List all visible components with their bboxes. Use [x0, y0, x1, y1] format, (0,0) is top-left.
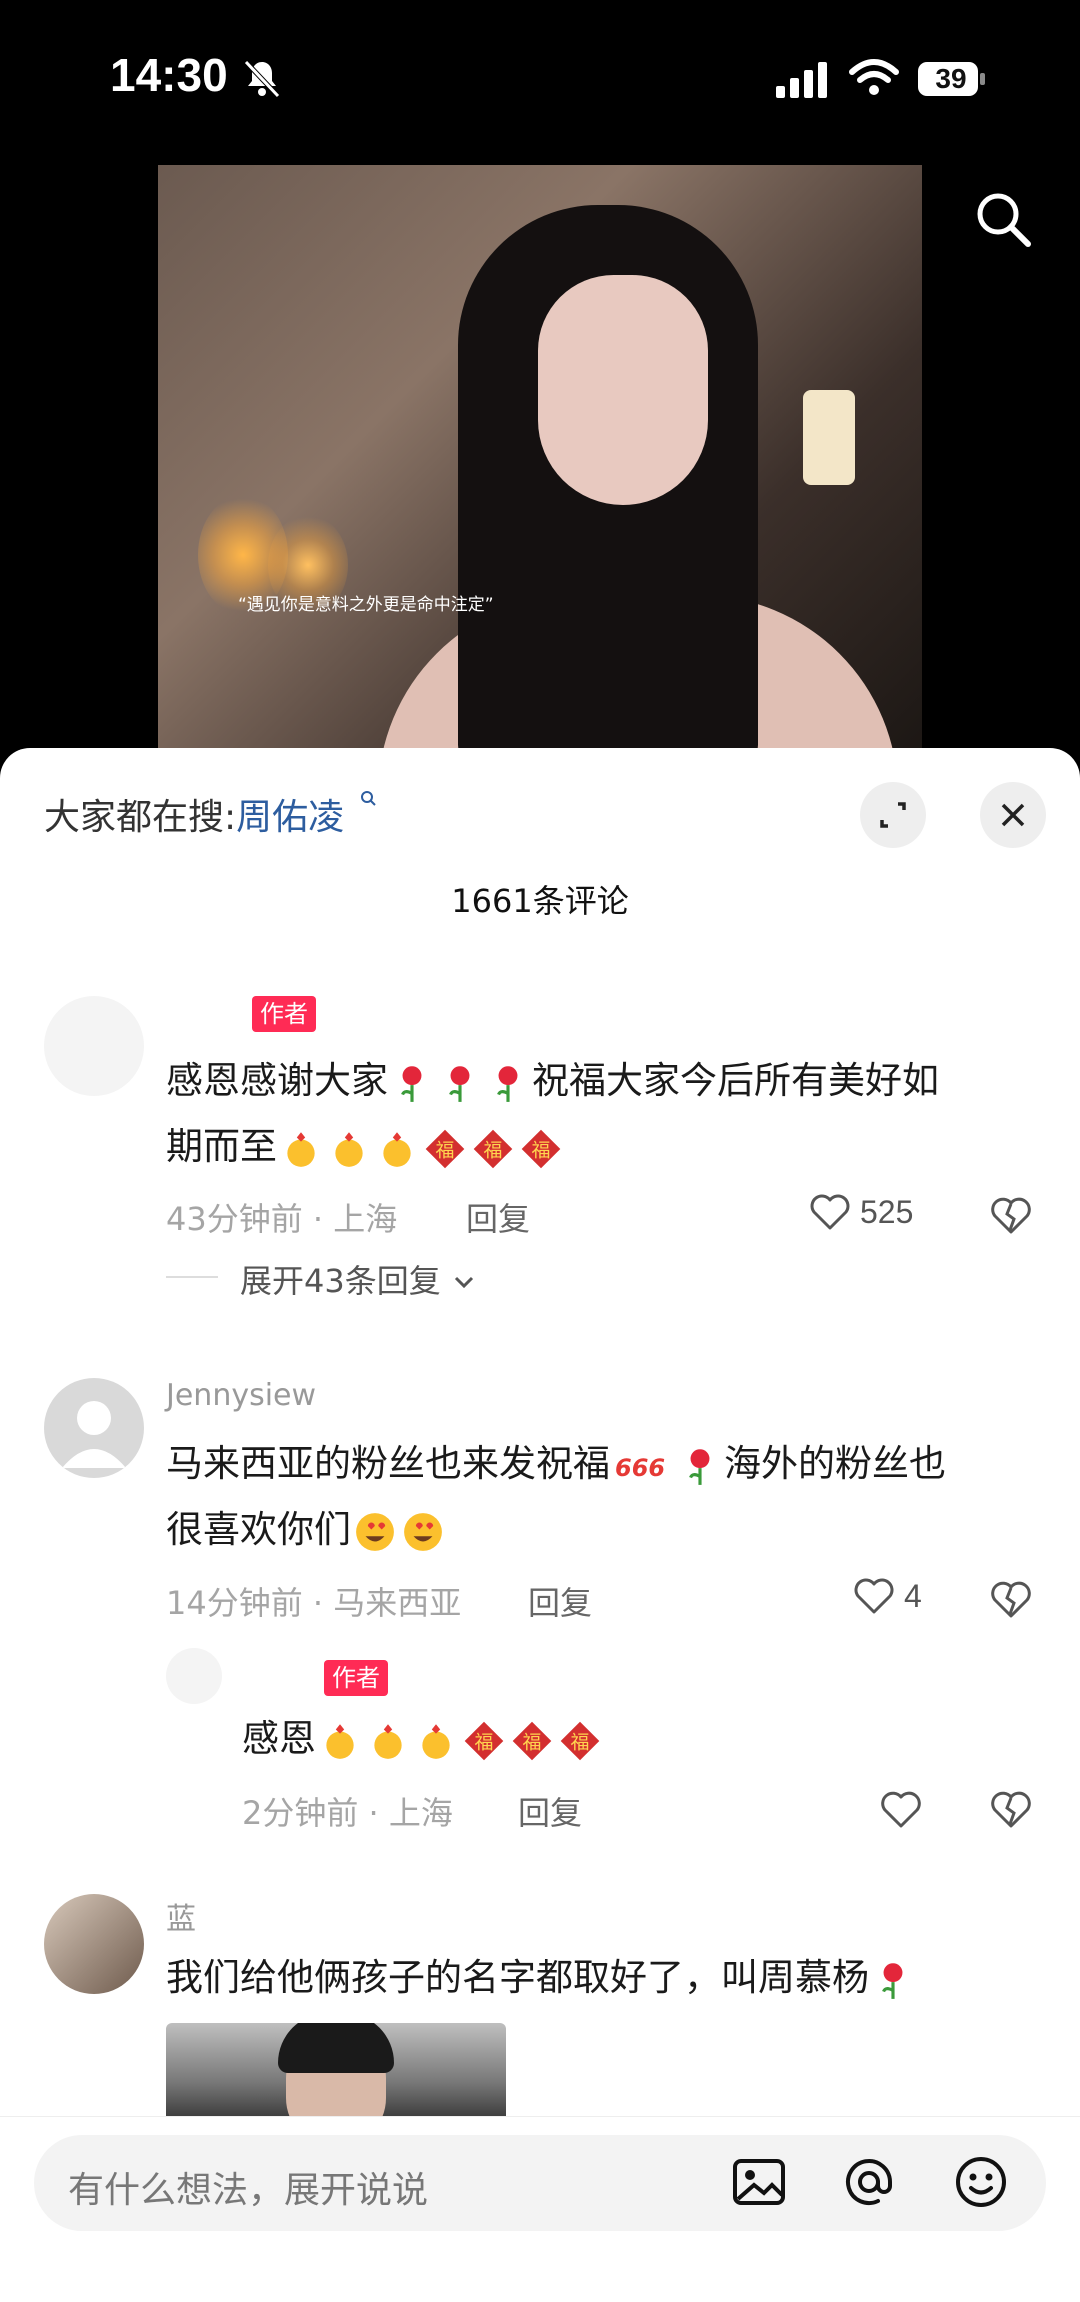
- emoji-icon[interactable]: [952, 2153, 1010, 2211]
- heart-icon: [810, 1194, 850, 1230]
- svg-text:福: 福: [532, 1139, 551, 1161]
- finger-heart-icon: [364, 1717, 412, 1760]
- heart-icon[interactable]: [878, 1786, 924, 1832]
- search-icon[interactable]: [972, 188, 1034, 250]
- svg-text:福: 福: [571, 1731, 590, 1753]
- comment-time-location: 14分钟前 · 马来西亚: [166, 1584, 462, 1622]
- rose-icon: [388, 1059, 436, 1102]
- like-count: 525: [860, 1194, 914, 1230]
- chevron-down-icon: [454, 1276, 473, 1289]
- username[interactable]: Jennysiew: [166, 1378, 316, 1413]
- expand-icon: [880, 802, 906, 828]
- bell-muted-icon: [244, 60, 280, 98]
- search-small-icon: [360, 791, 376, 806]
- finger-heart-icon: [277, 1125, 325, 1168]
- heart-eyes-icon: [351, 1508, 399, 1551]
- mention-icon[interactable]: [840, 2153, 898, 2211]
- avatar[interactable]: [166, 1648, 222, 1704]
- fu-icon: 福: [508, 1717, 556, 1760]
- rose-icon: [436, 1059, 484, 1102]
- svg-text:666: 666: [615, 1454, 665, 1482]
- like-button[interactable]: 4: [852, 1574, 942, 1624]
- product-image: [803, 390, 855, 485]
- reply-time-location: 2分钟前 · 上海: [242, 1794, 453, 1832]
- comment-time-location: 43分钟前 · 上海: [166, 1200, 398, 1238]
- hot-search-label: 大家都在搜:: [44, 797, 237, 838]
- finger-heart-icon: [373, 1125, 421, 1168]
- rose-icon: [869, 1956, 917, 1999]
- default-avatar-icon: [62, 1401, 126, 1468]
- expand-fullscreen-button[interactable]: [860, 782, 926, 848]
- video-subtitle: “遇见你是意料之外更是命中注定”: [238, 595, 494, 615]
- like-count: 4: [904, 1578, 922, 1614]
- author-badge: 作者: [252, 996, 316, 1032]
- comment-count: 1661条评论: [451, 882, 629, 920]
- svg-text:福: 福: [484, 1139, 503, 1161]
- comment-text: 马来西亚的粉丝也来发祝福 666 海外的粉丝也 很喜欢你们: [166, 1442, 946, 1551]
- video-player[interactable]: “遇见你是意料之外更是命中注定”: [158, 165, 922, 755]
- comment-sheet: 大家都在搜:周佑凌 1661条评论 作者 感恩感谢大家 祝福大家今后所有美好如 期…: [0, 748, 1080, 2302]
- dislike-icon[interactable]: [988, 1786, 1034, 1832]
- reply-button[interactable]: 回复: [518, 1788, 582, 1834]
- finger-heart-icon: [325, 1125, 373, 1168]
- comment-input-bar: 有什么想法，展开说说: [0, 2116, 1080, 2302]
- rose-icon: [676, 1442, 724, 1485]
- heart-icon: [854, 1578, 894, 1614]
- fu-icon: 福: [556, 1717, 604, 1760]
- fu-icon: 福: [469, 1125, 517, 1168]
- svg-text:福: 福: [436, 1139, 455, 1161]
- avatar[interactable]: [44, 1894, 144, 1994]
- finger-heart-icon: [412, 1717, 460, 1760]
- comment-image[interactable]: [166, 2023, 506, 2123]
- close-button[interactable]: [980, 782, 1046, 848]
- fu-icon: 福: [460, 1717, 508, 1760]
- reply-button[interactable]: 回复: [466, 1194, 530, 1240]
- hot-search[interactable]: 大家都在搜:周佑凌: [44, 788, 378, 840]
- username[interactable]: 蓝: [166, 1894, 196, 1938]
- expand-replies-button[interactable]: 展开43条回复: [240, 1256, 477, 1302]
- comment-text: 我们给他俩孩子的名字都取好了，叫周慕杨: [166, 1945, 1046, 2011]
- status-time: 14:30: [110, 49, 228, 101]
- finger-heart-icon: [316, 1717, 364, 1760]
- comment-text: 感恩感谢大家 祝福大家今后所有美好如 期而至福福福: [166, 1059, 939, 1168]
- rose-icon: [484, 1059, 532, 1102]
- fu-icon: 福: [421, 1125, 469, 1168]
- svg-text:福: 福: [523, 1731, 542, 1753]
- reply-button[interactable]: 回复: [528, 1578, 592, 1624]
- status-bar: 14:30 39: [0, 0, 1080, 160]
- hot-search-keyword[interactable]: 周佑凌: [236, 797, 344, 838]
- avatar[interactable]: [44, 1378, 144, 1478]
- like-button[interactable]: 525: [808, 1190, 938, 1240]
- heart-eyes-icon: [399, 1508, 447, 1551]
- comment-input-placeholder: 有什么想法，展开说说: [68, 2170, 429, 2211]
- battery-level: 39: [935, 63, 967, 94]
- svg-text:福: 福: [475, 1731, 494, 1753]
- fu-icon: 福: [517, 1125, 565, 1168]
- cellular-signal-icon: [776, 62, 827, 98]
- image-icon[interactable]: [730, 2153, 788, 2211]
- close-icon: [1001, 803, 1025, 827]
- wifi-icon: [849, 59, 899, 95]
- 666-icon: 666: [610, 1442, 676, 1485]
- avatar[interactable]: [44, 996, 144, 1096]
- dislike-icon[interactable]: [988, 1192, 1034, 1238]
- author-badge: 作者: [324, 1660, 388, 1696]
- reply-text: 感恩福福福: [242, 1706, 1022, 1772]
- dislike-icon[interactable]: [988, 1576, 1034, 1622]
